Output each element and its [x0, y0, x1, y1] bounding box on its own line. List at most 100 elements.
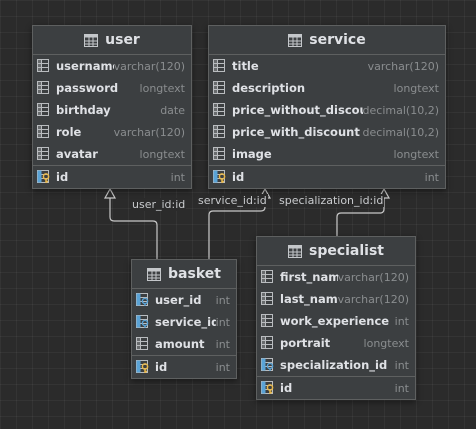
column-type: varchar(120) [113, 125, 185, 139]
column-icon [213, 147, 229, 161]
column-name: image [232, 147, 272, 161]
relation-label-specialization: specialization_id:id [278, 194, 385, 207]
primary-key-icon [136, 360, 152, 374]
column-first-name[interactable]: first_namevarchar(120) [257, 266, 415, 288]
column-name: birthday [56, 103, 111, 117]
column-title[interactable]: title varchar(120) [209, 55, 445, 77]
column-id[interactable]: id int [257, 377, 415, 399]
column-name: id [155, 360, 168, 374]
column-icon [213, 59, 229, 73]
column-name: id [280, 381, 293, 395]
column-name: work_experience [280, 314, 390, 328]
column-type: varchar(120) [337, 270, 409, 284]
column-name: title [232, 59, 259, 73]
column-portrait[interactable]: portrait longtext [257, 332, 415, 354]
entity-basket[interactable]: basket user_id int service_id int amount int id… [131, 259, 237, 379]
column-id[interactable]: id int [209, 166, 445, 188]
column-type: longtext [139, 147, 185, 161]
column-specialization-id[interactable]: specialization_id int [257, 354, 415, 376]
column-password[interactable]: password longtext [33, 77, 191, 99]
entity-user[interactable]: user usernamevarchar(120) password longtext… [32, 25, 192, 189]
relation-label-user: user_id:id [131, 198, 187, 211]
column-type: longtext [363, 336, 409, 350]
column-icon [213, 81, 229, 95]
column-type: decimal(10,2) [362, 125, 439, 139]
table-icon [147, 267, 162, 281]
column-price-without-discount[interactable]: price_without_discountdecimal(10,2) [209, 99, 445, 121]
column-icon [37, 147, 53, 161]
entity-name: specialist [308, 243, 385, 259]
column-name: user_id [155, 293, 202, 307]
column-service-id[interactable]: service_id int [132, 311, 236, 333]
column-role[interactable]: role varchar(120) [33, 121, 191, 143]
column-description[interactable]: description longtext [209, 77, 445, 99]
table-icon [288, 33, 303, 47]
column-icon [37, 81, 53, 95]
column-name: avatar [56, 147, 98, 161]
column-type: varchar(120) [113, 59, 185, 73]
column-icon [261, 270, 277, 284]
column-user-id[interactable]: user_id int [132, 289, 236, 311]
column-id[interactable]: id int [33, 166, 191, 188]
column-name: specialization_id [280, 358, 388, 372]
column-type: varchar(120) [367, 59, 439, 73]
column-last-name[interactable]: last_namevarchar(120) [257, 288, 415, 310]
entity-header[interactable]: service [209, 26, 445, 55]
column-type: int [215, 293, 230, 307]
er-diagram: user_id:id service_id:id specialization_… [0, 0, 476, 429]
column-type: int [215, 360, 230, 374]
column-icon [37, 125, 53, 139]
column-name: role [56, 125, 82, 139]
column-name: price_without_discount [232, 103, 363, 117]
column-type: longtext [139, 81, 185, 95]
column-type: decimal(10,2) [362, 103, 439, 117]
column-type: int [394, 358, 409, 372]
entity-header[interactable]: specialist [257, 237, 415, 266]
column-icon [136, 337, 152, 351]
table-icon [84, 33, 99, 47]
column-icon [261, 292, 277, 306]
column-icon [213, 103, 229, 117]
column-image[interactable]: image longtext [209, 143, 445, 165]
column-type: longtext [393, 81, 439, 95]
column-avatar[interactable]: avatar longtext [33, 143, 191, 165]
column-name: portrait [280, 336, 331, 350]
entity-specialist[interactable]: specialistfirst_namevarchar(120)last_nam… [256, 236, 416, 400]
relation-label-service: service_id:id [197, 194, 268, 207]
column-amount[interactable]: amount int [132, 333, 236, 355]
column-type: int [394, 314, 409, 328]
column-name: last_name [280, 292, 338, 306]
arrowhead-user [103, 187, 117, 199]
column-type: int [215, 337, 230, 351]
column-birthday[interactable]: birthday date [33, 99, 191, 121]
column-type: int [215, 315, 230, 329]
entity-name: service [309, 32, 366, 48]
entity-header[interactable]: user [33, 26, 191, 55]
column-price-with-discount[interactable]: price_with_discount decimal(10,2) [209, 121, 445, 143]
foreign-key-icon [136, 293, 152, 307]
primary-key-icon [37, 170, 53, 184]
column-icon [37, 103, 53, 117]
foreign-key-icon [136, 315, 152, 329]
column-name: id [56, 170, 69, 184]
column-type: date [160, 103, 185, 117]
column-name: id [232, 170, 245, 184]
entity-name: user [105, 32, 140, 48]
column-username[interactable]: usernamevarchar(120) [33, 55, 191, 77]
column-type: int [424, 170, 439, 184]
column-icon [261, 314, 277, 328]
column-work-experience[interactable]: work_experience int [257, 310, 415, 332]
column-name: password [56, 81, 119, 95]
entity-name: basket [168, 266, 221, 282]
column-name: price_with_discount [232, 125, 360, 139]
column-name: description [232, 81, 306, 95]
entity-service[interactable]: service title varchar(120) description longt… [208, 25, 446, 189]
column-icon [37, 59, 53, 73]
column-name: amount [155, 337, 205, 351]
primary-key-icon [261, 381, 277, 395]
table-icon [287, 244, 302, 258]
column-id[interactable]: id int [132, 356, 236, 378]
foreign-key-icon [261, 358, 277, 372]
entity-header[interactable]: basket [132, 260, 236, 289]
column-type: longtext [393, 147, 439, 161]
